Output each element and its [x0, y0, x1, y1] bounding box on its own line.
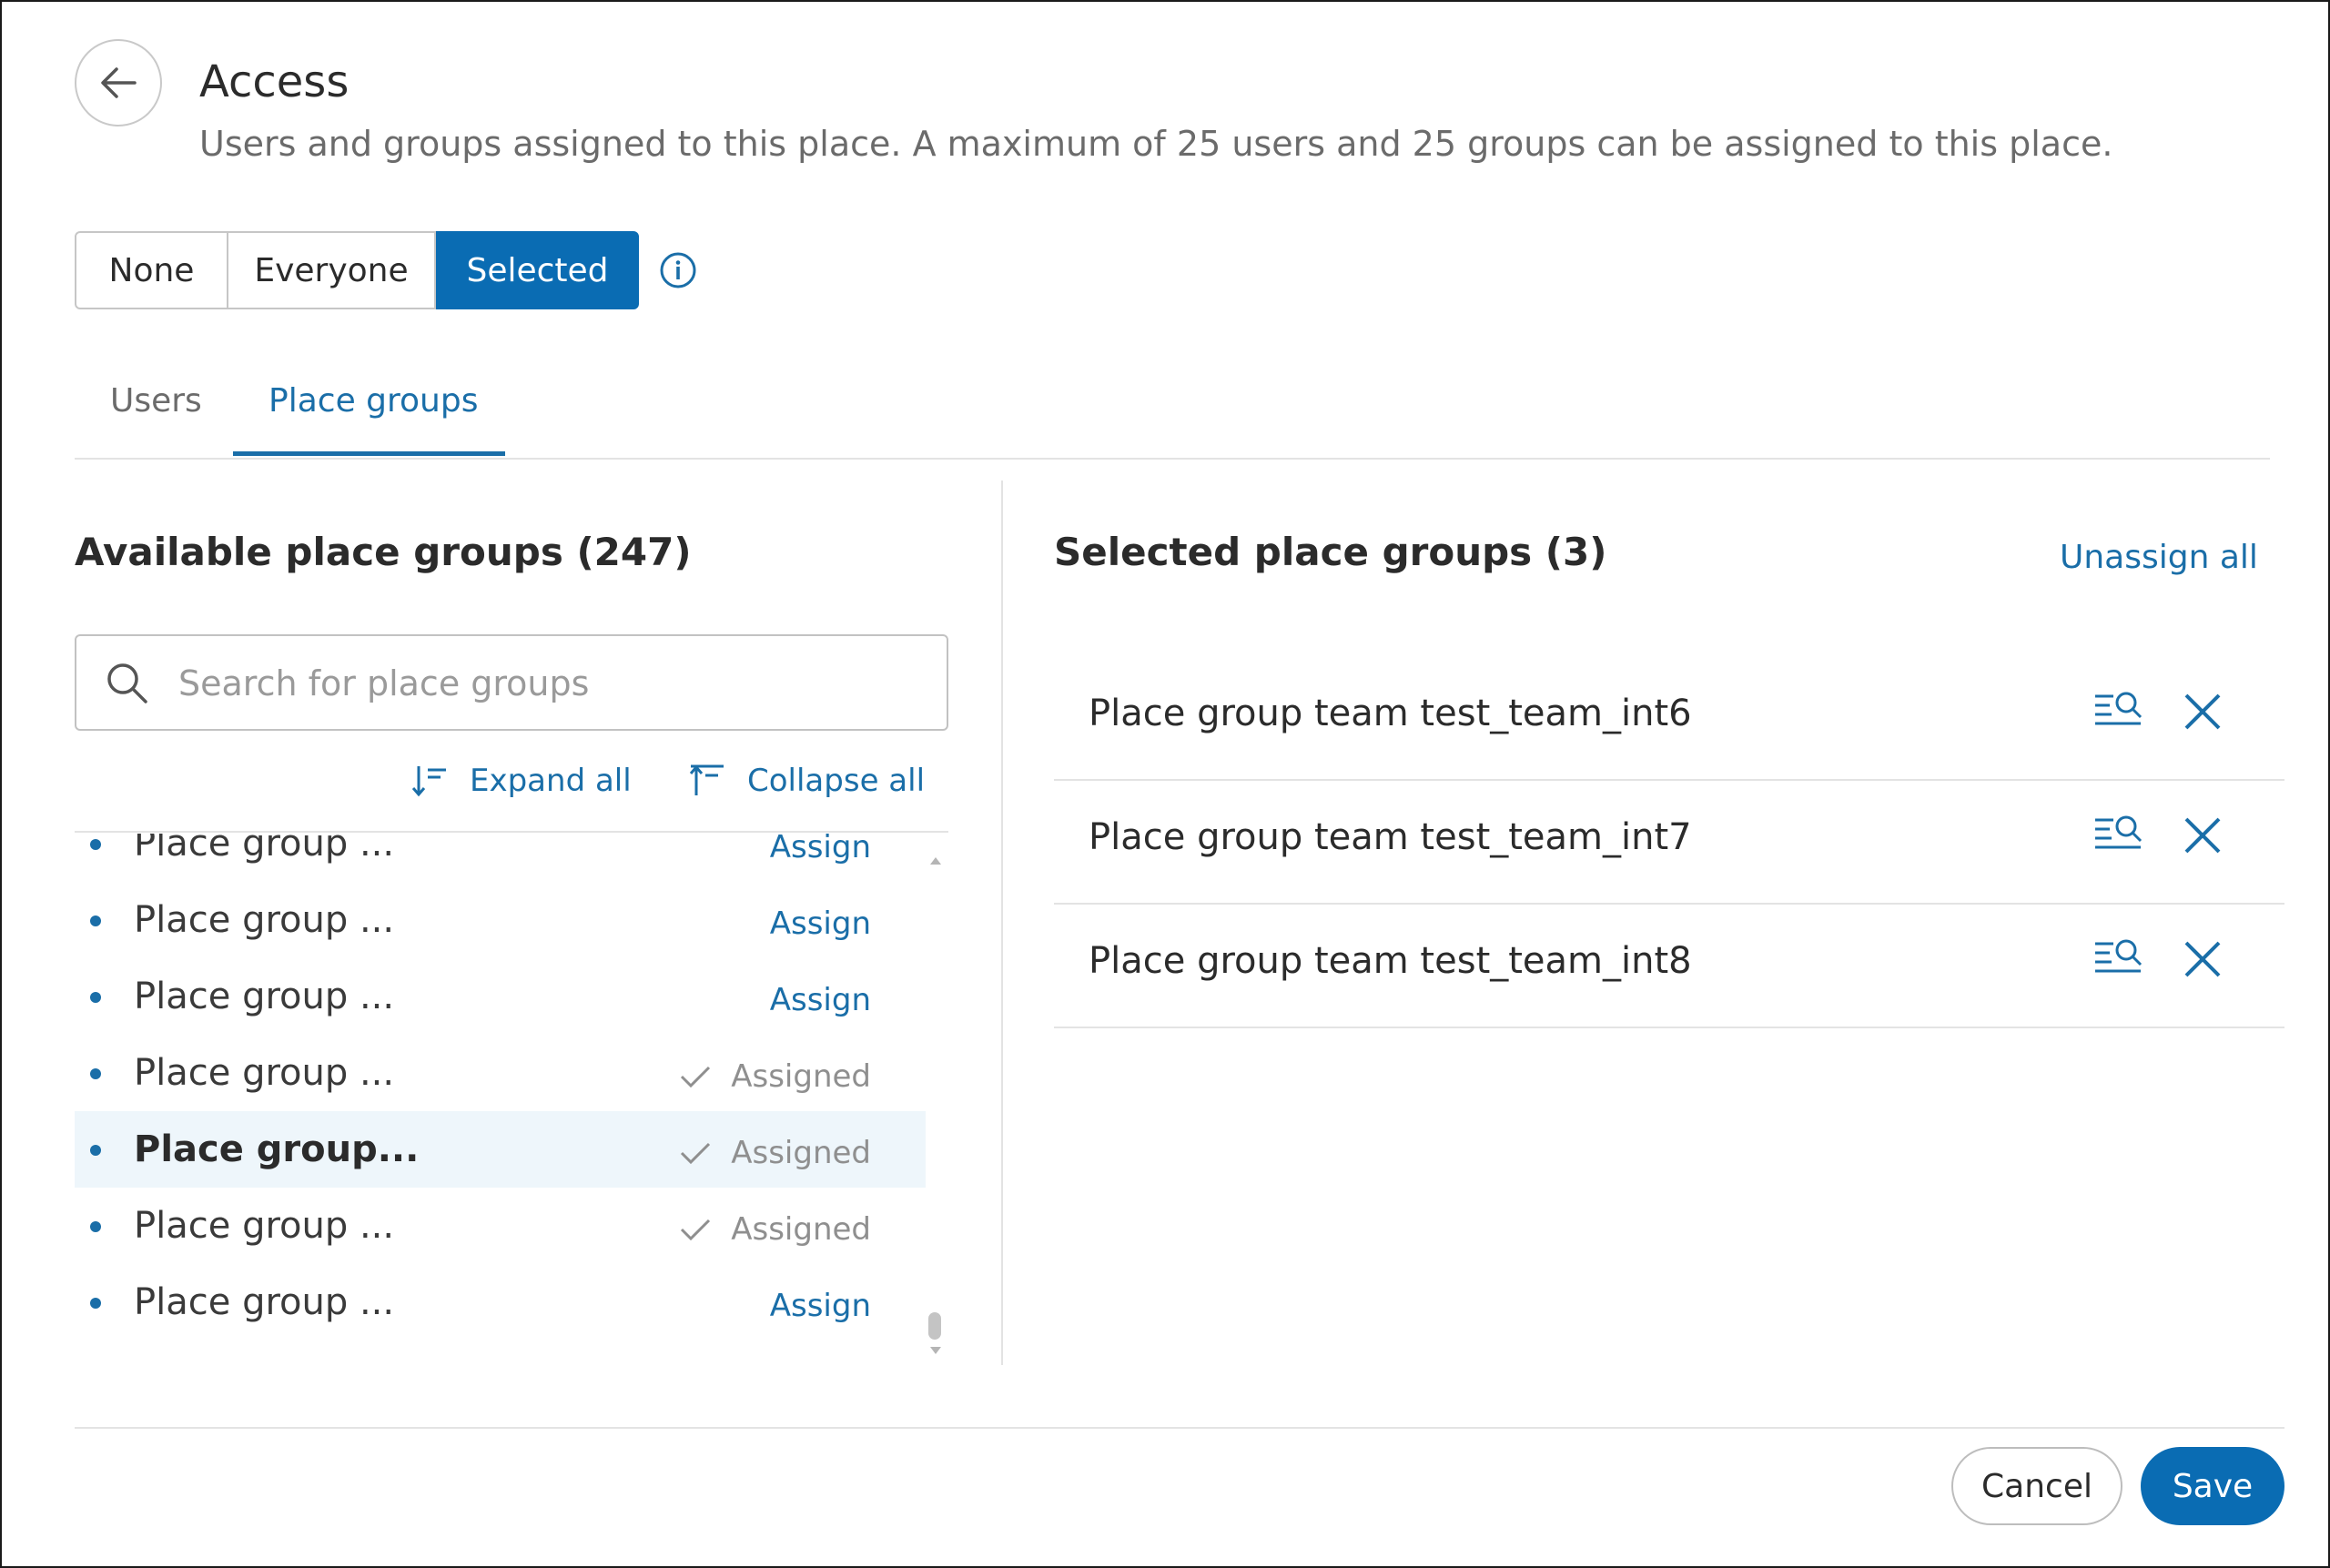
collapse-all-label: Collapse all [747, 763, 926, 799]
tabs-divider [75, 458, 2270, 460]
selected-group-name: Place group team test_team_int6 [1089, 693, 1692, 734]
unassign-all-button[interactable]: Unassign all [2060, 539, 2258, 576]
checkmark-icon [681, 1142, 711, 1165]
list-item[interactable]: Place group ... Assign [75, 882, 926, 958]
tab-place-groups[interactable]: Place groups [268, 382, 478, 420]
checkmark-icon [681, 1066, 711, 1088]
access-none-button[interactable]: None [75, 231, 228, 309]
page-title: Access [199, 56, 350, 107]
assigned-status: Assigned [680, 1058, 871, 1095]
assigned-label: Assigned [731, 1135, 871, 1171]
checkmark-icon [681, 1219, 711, 1241]
scrollbar-thumb[interactable] [928, 1312, 941, 1340]
assign-button[interactable]: Assign [770, 905, 871, 942]
list-item-name: Place group ... [134, 1205, 395, 1247]
view-details-icon[interactable] [2093, 689, 2144, 733]
list-item-name: Place group ... [134, 1052, 395, 1094]
selected-groups-heading: Selected place groups (3) [1054, 530, 1607, 574]
arrow-left-icon [101, 67, 137, 98]
scroll-down-arrow-icon[interactable] [928, 1345, 943, 1356]
panel-divider [1001, 481, 1003, 1365]
search-icon [107, 663, 147, 703]
list-item[interactable]: Place group ... Assigned [75, 1188, 926, 1264]
access-selected-button[interactable]: Selected [436, 231, 639, 309]
collapse-all-button[interactable]: Collapse all [689, 763, 925, 799]
list-top-divider [75, 831, 948, 833]
save-button[interactable]: Save [2141, 1447, 2284, 1525]
assign-button[interactable]: Assign [770, 834, 871, 865]
cancel-button[interactable]: Cancel [1951, 1447, 2122, 1525]
scroll-up-arrow-icon[interactable] [928, 855, 943, 866]
info-icon[interactable] [659, 251, 697, 289]
assigned-status: Assigned [680, 1211, 871, 1248]
expand-all-icon [411, 766, 446, 797]
assign-button[interactable]: Assign [770, 982, 871, 1018]
available-groups-heading: Available place groups (247) [75, 530, 692, 574]
assigned-label: Assigned [731, 1211, 871, 1248]
remove-icon[interactable] [2183, 692, 2223, 732]
assigned-status: Assigned [680, 1135, 871, 1171]
selected-group-name: Place group team test_team_int7 [1089, 816, 1692, 858]
list-item[interactable]: Place group ... Assign [75, 958, 926, 1035]
bullet [90, 1145, 101, 1156]
access-mode-segmented-control: None Everyone Selected [75, 231, 639, 309]
list-item[interactable]: Place group ... Assign [75, 834, 926, 882]
access-everyone-button[interactable]: Everyone [228, 231, 436, 309]
bullet [90, 839, 101, 850]
active-tab-indicator [233, 451, 505, 456]
expand-all-button[interactable]: Expand all [411, 763, 632, 799]
available-groups-list[interactable]: Place group ... Assign Place group ... A… [75, 834, 948, 1365]
tab-users[interactable]: Users [110, 382, 202, 420]
bullet [90, 992, 101, 1003]
selected-group-row: Place group team test_team_int7 [1054, 781, 2284, 905]
list-item-name: Place group ... [134, 1281, 395, 1323]
remove-icon[interactable] [2183, 939, 2223, 979]
collapse-all-icon [689, 764, 724, 795]
selected-group-name: Place group team test_team_int8 [1089, 940, 1692, 982]
selected-groups-list: Place group team test_team_int6 Place gr… [1054, 657, 2284, 1028]
search-input[interactable] [177, 652, 927, 714]
list-item-highlighted[interactable]: Place group... Assigned [75, 1111, 926, 1188]
expand-all-label: Expand all [470, 763, 632, 799]
page-subtitle: Users and groups assigned to this place.… [199, 124, 2113, 164]
list-item-name: Place group ... [134, 899, 395, 941]
assigned-label: Assigned [731, 1058, 871, 1095]
list-item-name: Place group ... [134, 834, 395, 865]
selected-group-row: Place group team test_team_int8 [1054, 905, 2284, 1028]
remove-icon[interactable] [2183, 815, 2223, 855]
list-item[interactable]: Place group ... Assigned [75, 1035, 926, 1111]
view-details-icon[interactable] [2093, 936, 2144, 980]
list-item-name: Place group... [134, 1128, 420, 1170]
bullet [90, 916, 101, 926]
bullet [90, 1298, 101, 1309]
back-button[interactable] [75, 39, 162, 126]
assign-button[interactable]: Assign [770, 1288, 871, 1324]
selected-group-row: Place group team test_team_int6 [1054, 657, 2284, 781]
list-item[interactable]: Place group ... Assign [75, 1264, 926, 1340]
bullet [90, 1221, 101, 1232]
view-details-icon[interactable] [2093, 813, 2144, 856]
search-field[interactable] [75, 634, 948, 731]
bullet [90, 1068, 101, 1079]
footer-divider [75, 1427, 2284, 1429]
list-item-name: Place group ... [134, 976, 395, 1017]
